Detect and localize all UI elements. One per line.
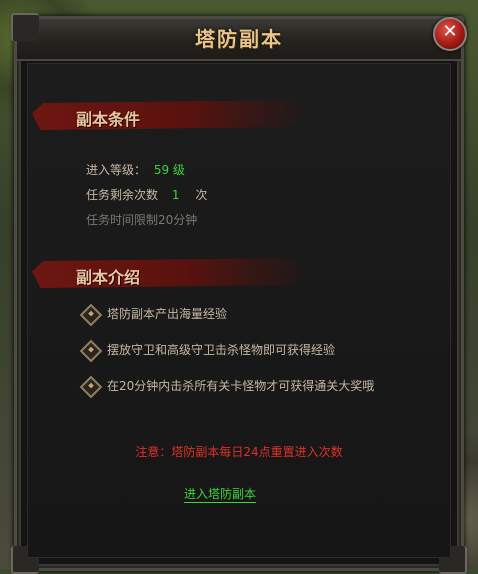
close-button[interactable]: ✕ bbox=[433, 17, 467, 51]
section-title-conditions: 副本条件 bbox=[76, 110, 141, 129]
remaining-unit: 次 bbox=[195, 188, 208, 202]
remaining-row: 任务剩余次数 1 次 bbox=[86, 186, 207, 203]
dialog-title: 塔防副本 bbox=[195, 27, 283, 51]
section-title-intro: 副本介绍 bbox=[76, 268, 141, 287]
section-banner-conditions bbox=[32, 100, 312, 130]
intro-item: 在20分钟内击杀所有关卡怪物才可获得通关大奖哦 bbox=[107, 379, 375, 393]
remaining-label: 任务剩余次数 bbox=[86, 188, 159, 202]
remaining-value: 1 bbox=[171, 188, 180, 202]
level-value: 59 级 bbox=[153, 163, 185, 177]
level-row: 进入等级： 59 级 bbox=[86, 161, 185, 178]
enter-dungeon-link[interactable]: 进入塔防副本 bbox=[184, 485, 257, 503]
intro-item: 塔防副本产出海量经验 bbox=[107, 307, 228, 321]
close-icon: ✕ bbox=[442, 21, 458, 42]
corner-ornament-top-left bbox=[11, 13, 39, 41]
section-banner-intro bbox=[32, 258, 312, 288]
title-bar[interactable]: 塔防副本 bbox=[17, 19, 461, 61]
level-label: 进入等级： bbox=[86, 163, 147, 177]
intro-item: 摆放守卫和高级守卫击杀怪物即可获得经验 bbox=[107, 343, 336, 357]
reset-notice: 注意：塔防副本每日24点重置进入次数 bbox=[135, 445, 343, 459]
time-limit-text: 任务时间限制20分钟 bbox=[86, 213, 198, 227]
